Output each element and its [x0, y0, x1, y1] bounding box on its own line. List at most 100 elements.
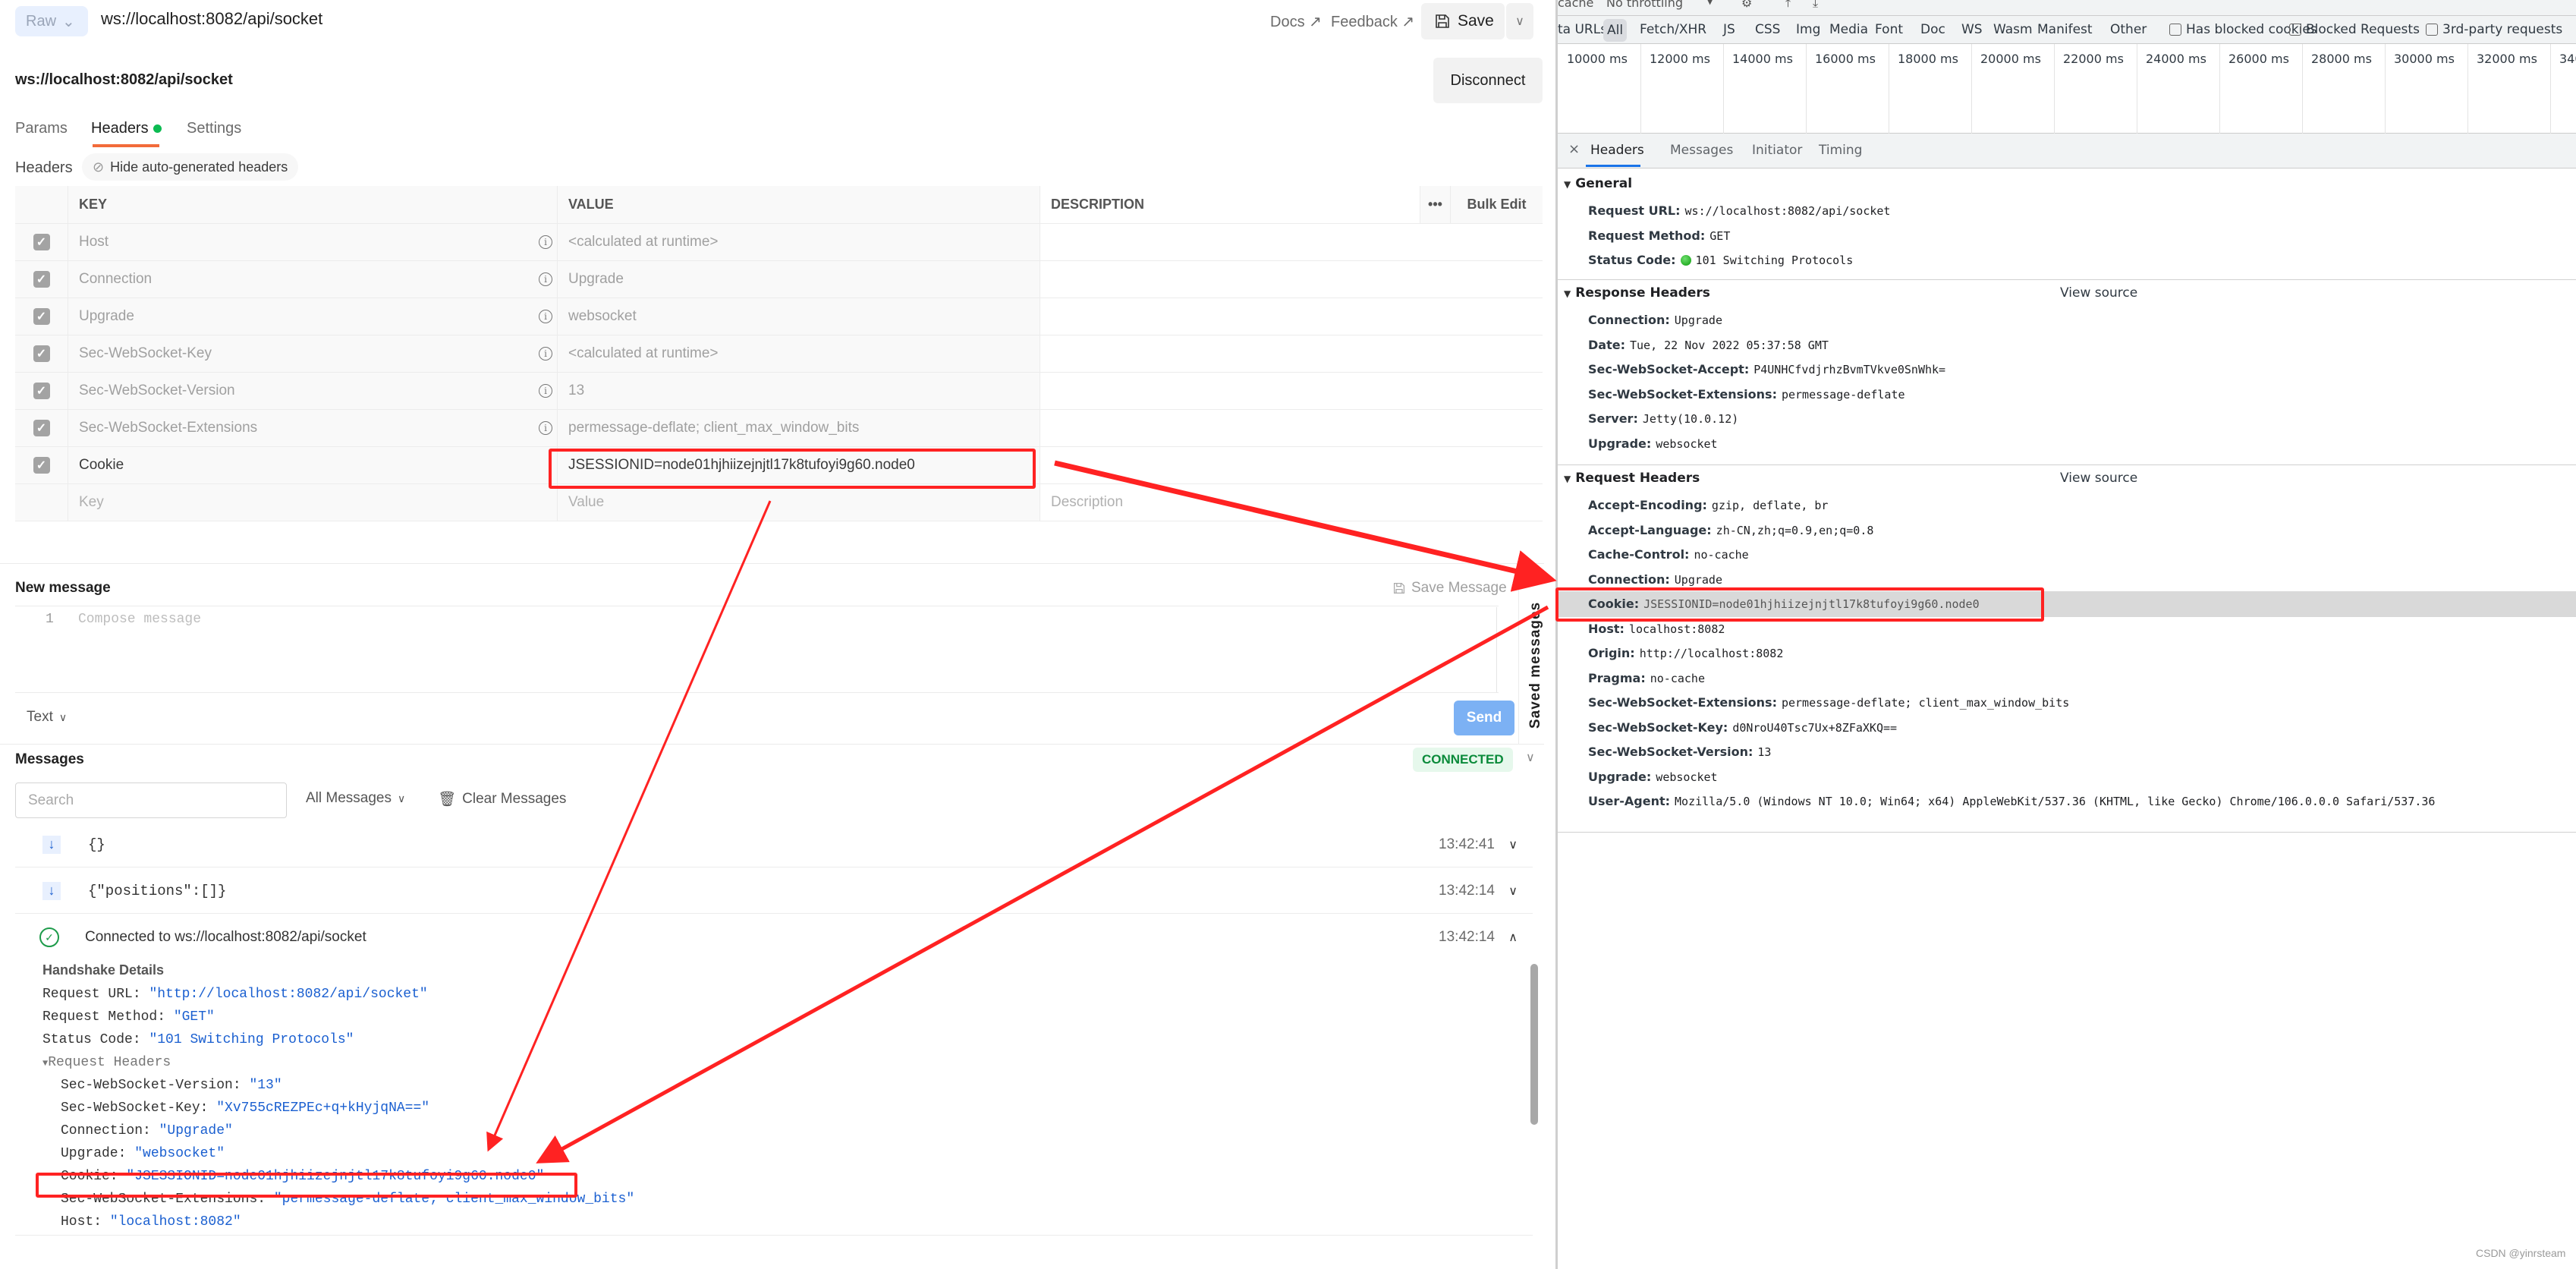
header-description[interactable] [1040, 335, 1543, 372]
message-item-connected[interactable]: ✓ Connected to ws://localhost:8082/api/s… [15, 915, 1533, 960]
header-key[interactable]: Connection i [68, 261, 558, 298]
save-button[interactable]: Save [1421, 3, 1505, 39]
throttling-dropdown[interactable]: No throttling [1606, 0, 1683, 10]
checkbox[interactable] [2169, 24, 2181, 36]
messages-scrollbar[interactable] [1530, 964, 1538, 1125]
view-source-link[interactable]: View source [2060, 471, 2137, 486]
info-icon[interactable]: i [539, 421, 552, 435]
save-options-button[interactable]: ∨ [1506, 3, 1533, 39]
header-enabled-checkbox[interactable]: ✓ [33, 383, 50, 399]
header-enabled-checkbox[interactable]: ✓ [33, 420, 50, 436]
tab-headers[interactable]: Headers [1590, 143, 1644, 158]
header-key[interactable]: Sec-WebSocket-Extensions i [68, 410, 558, 446]
tab-params[interactable]: Params [15, 120, 68, 137]
filter-img[interactable]: Img [1796, 22, 1820, 37]
network-settings-icon[interactable]: ⚙ [1741, 0, 1752, 10]
more-options-icon[interactable]: ••• [1420, 186, 1450, 223]
feedback-link[interactable]: Feedback ↗ [1331, 12, 1414, 31]
header-key[interactable]: Sec-WebSocket-Key i [68, 335, 558, 372]
header-key[interactable]: Cookie [68, 447, 558, 483]
filter-manifest[interactable]: Manifest [2037, 22, 2093, 37]
checkbox-blocked-requests[interactable]: Blocked Requests [2289, 22, 2420, 37]
filter-all[interactable]: All [1603, 19, 1628, 42]
filter-ta-urls[interactable]: ta URLs [1558, 22, 1607, 37]
chevron-down-icon[interactable]: ∨ [1508, 837, 1518, 852]
tab-messages[interactable]: Messages [1670, 143, 1733, 158]
message-item[interactable]: ↓ {} 13:42:41 ∨ [15, 822, 1533, 868]
new-value-input[interactable]: Value [558, 484, 1040, 521]
disable-cache-label[interactable]: cache [1558, 0, 1593, 10]
chevron-up-icon[interactable]: ∧ [1508, 930, 1518, 945]
message-editor[interactable] [15, 607, 1499, 692]
new-key-input[interactable]: Key [68, 484, 558, 521]
view-source-link[interactable]: View source [2060, 285, 2137, 301]
tab-timing[interactable]: Timing [1819, 143, 1862, 158]
filter-fetch-xhr[interactable]: Fetch/XHR [1640, 22, 1706, 37]
header-description[interactable] [1040, 298, 1543, 335]
info-icon[interactable]: i [539, 310, 552, 323]
header-value[interactable]: Upgrade [558, 261, 1040, 298]
header-enabled-checkbox[interactable]: ✓ [33, 345, 50, 362]
header-description[interactable] [1040, 224, 1543, 260]
header-key[interactable]: Host i [68, 224, 558, 260]
header-value[interactable]: websocket [558, 298, 1040, 335]
header-enabled-checkbox[interactable]: ✓ [33, 308, 50, 325]
chevron-left-icon[interactable]: ‹ [1531, 571, 1536, 588]
tab-settings[interactable]: Settings [187, 120, 241, 137]
save-message-button[interactable]: Save Message [1393, 580, 1507, 597]
filter-font[interactable]: Font [1875, 22, 1903, 37]
send-button[interactable]: Send [1454, 701, 1514, 735]
saved-messages-label[interactable]: Saved messages [1527, 602, 1544, 729]
docs-link[interactable]: Docs ↗ [1270, 12, 1322, 31]
new-description-input[interactable]: Description [1040, 484, 1543, 521]
section-general[interactable]: ▼ General [1564, 176, 1632, 191]
checkbox[interactable] [2289, 24, 2301, 36]
upload-icon[interactable]: ⤒ [1785, 0, 1791, 11]
message-format-dropdown[interactable]: Text ∨ [27, 709, 67, 726]
filter-wasm[interactable]: Wasm [1993, 22, 2033, 37]
filter-other[interactable]: Other [2110, 22, 2147, 37]
header-enabled-checkbox[interactable]: ✓ [33, 271, 50, 288]
editor-scrollbar[interactable] [1496, 607, 1497, 692]
header-description[interactable] [1040, 410, 1543, 446]
clear-messages-button[interactable]: 🗑 Clear Messages [438, 790, 566, 808]
chevron-down-icon[interactable]: ∨ [1526, 750, 1535, 765]
download-icon[interactable]: ⤓ [1813, 0, 1818, 11]
filter-doc[interactable]: Doc [1920, 22, 1945, 37]
info-icon[interactable]: i [539, 272, 552, 286]
request-headers-toggle[interactable]: ▼Request Headers [42, 1055, 171, 1070]
filter-js[interactable]: JS [1723, 22, 1735, 37]
filter-ws[interactable]: WS [1961, 22, 1983, 37]
header-value[interactable]: permessage-deflate; client_max_window_bi… [558, 410, 1040, 446]
header-description[interactable] [1040, 261, 1543, 298]
header-enabled-checkbox[interactable]: ✓ [33, 234, 50, 250]
info-icon[interactable]: i [539, 347, 552, 361]
tab-headers[interactable]: Headers [91, 120, 162, 137]
chevron-down-icon[interactable]: ∨ [1508, 883, 1518, 899]
header-key[interactable]: Upgrade i [68, 298, 558, 335]
header-enabled-checkbox[interactable]: ✓ [33, 457, 50, 474]
messages-search-input[interactable] [15, 782, 287, 818]
header-value[interactable]: <calculated at runtime> [558, 224, 1040, 260]
checkbox[interactable] [2426, 24, 2438, 36]
disconnect-button[interactable]: Disconnect [1433, 58, 1543, 103]
message-filter-dropdown[interactable]: All Messages ∨ [306, 790, 405, 807]
filter-css[interactable]: CSS [1755, 22, 1780, 37]
tab-initiator[interactable]: Initiator [1752, 143, 1802, 158]
header-value[interactable]: <calculated at runtime> [558, 335, 1040, 372]
close-icon[interactable]: × [1568, 141, 1580, 157]
section-response-headers[interactable]: ▼ Response Headers [1564, 285, 1710, 301]
header-value[interactable]: 13 [558, 373, 1040, 409]
bulk-edit-button[interactable]: Bulk Edit [1450, 186, 1543, 223]
info-icon[interactable]: i [539, 384, 552, 398]
header-description[interactable] [1040, 447, 1543, 483]
info-icon[interactable]: i [539, 235, 552, 249]
hide-auto-headers-button[interactable]: ⊘ Hide auto-generated headers [82, 153, 299, 181]
mode-dropdown[interactable]: Raw ⌄ [15, 6, 88, 36]
header-key[interactable]: Sec-WebSocket-Version i [68, 373, 558, 409]
timeline-overview[interactable]: 10000 ms 12000 ms 14000 ms 16000 ms 18000 ms… [1558, 44, 2576, 134]
checkbox-3rd-party-requests[interactable]: 3rd-party requests [2426, 22, 2562, 37]
header-description[interactable] [1040, 373, 1543, 409]
section-request-headers[interactable]: ▼ Request Headers [1564, 471, 1700, 486]
filter-media[interactable]: Media [1829, 22, 1868, 37]
